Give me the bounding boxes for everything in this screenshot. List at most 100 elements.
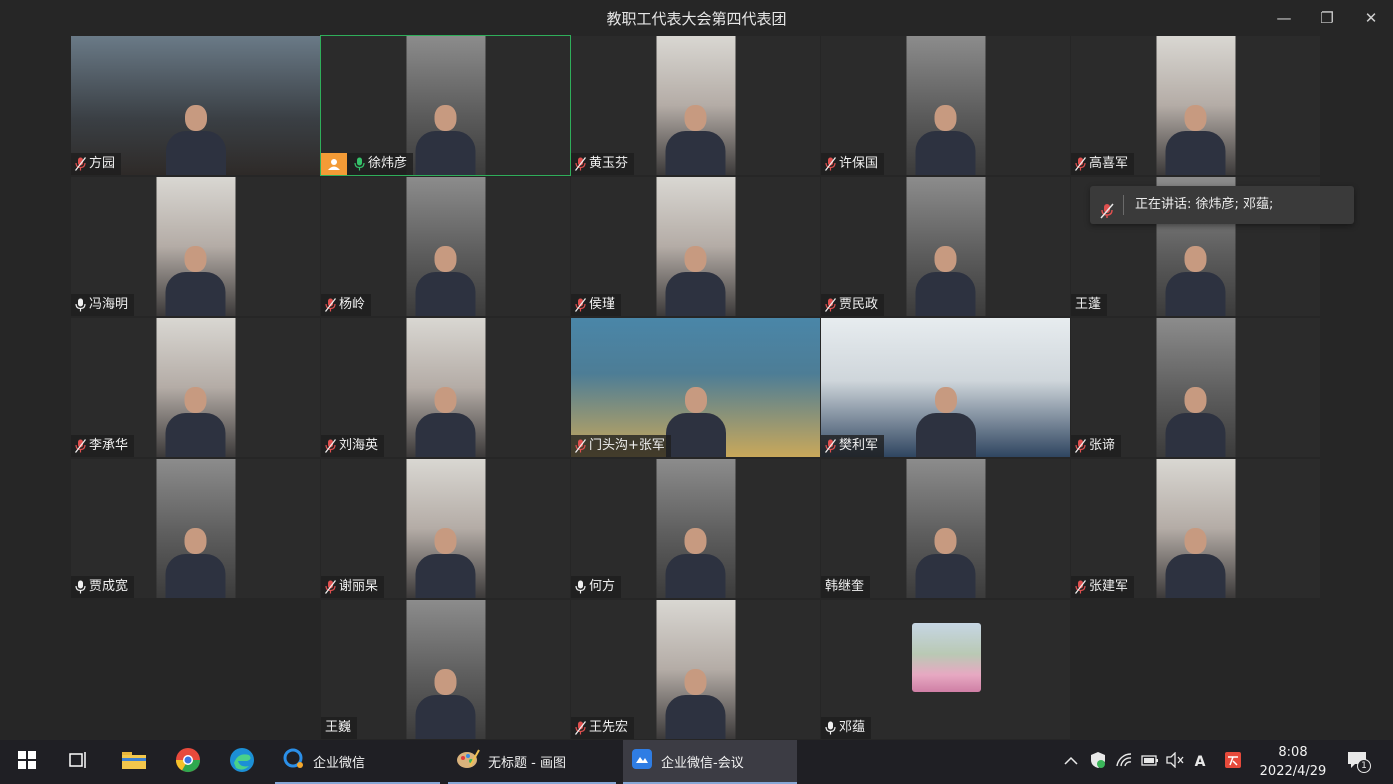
participant-silhouette — [415, 105, 476, 175]
video-feed — [1156, 459, 1235, 598]
mic-icon — [354, 157, 365, 171]
clock[interactable]: 8:08 2022/4/29 — [1258, 743, 1328, 781]
participant-name: 邓蕴 — [839, 720, 866, 735]
notification-button[interactable]: 1 — [1340, 740, 1376, 784]
app-tray-button[interactable] — [1220, 740, 1246, 784]
participant-name-label: 王先宏 — [571, 717, 635, 739]
network-tray-button[interactable] — [1112, 740, 1136, 784]
video-feed — [1156, 318, 1235, 457]
participant-name: 韩继奎 — [825, 579, 865, 594]
participant-tile[interactable]: 张建军 — [1071, 459, 1320, 598]
muted-mic-icon — [825, 439, 836, 453]
participant-tile[interactable]: 侯瑾 — [571, 177, 820, 316]
tray-overflow-button[interactable] — [1061, 740, 1081, 784]
muted-mic-icon — [75, 157, 86, 171]
file-explorer-button[interactable] — [110, 740, 158, 784]
participant-name: 杨岭 — [339, 297, 366, 312]
participant-silhouette — [165, 387, 226, 457]
participant-silhouette — [1165, 387, 1226, 457]
volume-tray-button[interactable] — [1163, 740, 1187, 784]
participant-name-label: 李承华 — [71, 435, 135, 457]
taskbar: 企业微信 无标题 - 画图 企业微信-会议 A 8:08 2022/4/29 1 — [0, 740, 1393, 784]
taskbar-app-paint[interactable]: 无标题 - 画图 — [448, 740, 616, 784]
participant-silhouette — [665, 669, 726, 739]
participant-name: 王蓬 — [1075, 297, 1102, 312]
shield-icon — [1090, 751, 1106, 773]
participant-silhouette — [1165, 105, 1226, 175]
participant-name: 门头沟+张军 — [589, 438, 665, 453]
participant-tile[interactable]: 刘海英 — [321, 318, 570, 457]
user-avatar-icon — [321, 153, 347, 175]
battery-tray-button[interactable] — [1138, 740, 1162, 784]
participant-tile[interactable]: 王先宏 — [571, 600, 820, 739]
meeting-icon — [631, 748, 653, 774]
browser-button[interactable] — [164, 740, 212, 784]
participant-tile[interactable]: 何方 — [571, 459, 820, 598]
muted-mic-icon — [325, 298, 336, 312]
participant-name: 王先宏 — [589, 720, 629, 735]
participant-name: 黄玉芬 — [589, 156, 629, 171]
task-view-button[interactable] — [54, 740, 102, 784]
participant-silhouette — [1165, 246, 1226, 316]
participant-silhouette — [915, 105, 976, 175]
participant-tile[interactable]: 邓蕴 — [821, 600, 1070, 739]
participant-tile[interactable]: 黄玉芬 — [571, 36, 820, 175]
chrome-icon — [175, 747, 201, 777]
participant-silhouette — [915, 387, 976, 457]
participant-name: 贾成宽 — [89, 579, 129, 594]
participant-name-label: 刘海英 — [321, 435, 385, 457]
close-button[interactable]: ✕ — [1351, 4, 1391, 32]
video-feed — [156, 177, 235, 316]
video-feed — [656, 459, 735, 598]
muted-mic-icon — [825, 298, 836, 312]
participant-tile[interactable]: 王巍 — [321, 600, 570, 739]
participant-tile[interactable]: 樊利军 — [821, 318, 1070, 457]
participant-name-label: 韩继奎 — [821, 576, 871, 598]
participant-name: 冯海明 — [89, 297, 129, 312]
participant-name-label: 许保国 — [821, 153, 885, 175]
minimize-button[interactable]: — — [1264, 4, 1304, 32]
participant-name-label: 樊利军 — [821, 435, 885, 457]
participant-name-label: 门头沟+张军 — [571, 435, 671, 457]
participant-name: 王巍 — [325, 720, 352, 735]
muted-mic-icon — [1075, 439, 1086, 453]
speaking-indicator: 正在讲话: 徐炜彦; 邓蕴; — [1090, 186, 1354, 224]
video-feed — [906, 177, 985, 316]
taskbar-app-wecom-meeting[interactable]: 企业微信-会议 — [623, 740, 797, 784]
divider — [1123, 195, 1124, 215]
windows-icon — [18, 751, 36, 773]
participant-name-label: 徐炜彦 — [321, 153, 414, 175]
security-tray-button[interactable] — [1086, 740, 1110, 784]
edge-button[interactable] — [218, 740, 266, 784]
participant-tile[interactable]: 张谛 — [1071, 318, 1320, 457]
participant-tile[interactable]: 许保国 — [821, 36, 1070, 175]
participant-tile[interactable]: 门头沟+张军 — [571, 318, 820, 457]
participant-tile[interactable]: 冯海明 — [71, 177, 320, 316]
participant-tile[interactable]: 方园 — [71, 36, 320, 175]
participant-name: 侯瑾 — [589, 297, 616, 312]
participant-tile[interactable]: 高喜军 — [1071, 36, 1320, 175]
video-feed — [406, 459, 485, 598]
participant-silhouette — [665, 528, 726, 598]
participant-name-label: 张谛 — [1071, 435, 1122, 457]
participant-name-label: 张建军 — [1071, 576, 1135, 598]
video-feed — [156, 459, 235, 598]
participant-tile[interactable]: 徐炜彦 — [320, 35, 571, 176]
participant-name-label: 黄玉芬 — [571, 153, 635, 175]
taskbar-app-label: 无标题 - 画图 — [488, 755, 566, 771]
participant-tile[interactable]: 杨岭 — [321, 177, 570, 316]
participant-tile[interactable]: 贾成宽 — [71, 459, 320, 598]
participant-tile[interactable]: 谢丽杲 — [321, 459, 570, 598]
participant-name-label: 王蓬 — [1071, 294, 1108, 316]
taskbar-app-wecom[interactable]: 企业微信 — [275, 740, 440, 784]
participant-tile[interactable]: 韩继奎 — [821, 459, 1070, 598]
participant-tile[interactable]: 李承华 — [71, 318, 320, 457]
participant-silhouette — [415, 669, 476, 739]
participant-tile[interactable]: 贾民政 — [821, 177, 1070, 316]
start-button[interactable] — [3, 740, 51, 784]
participant-name-label: 侯瑾 — [571, 294, 622, 316]
ime-tray-button[interactable]: A — [1188, 740, 1212, 784]
restore-button[interactable]: ❐ — [1307, 4, 1347, 32]
mic-icon — [75, 580, 86, 594]
participant-name-label: 方园 — [71, 153, 122, 175]
